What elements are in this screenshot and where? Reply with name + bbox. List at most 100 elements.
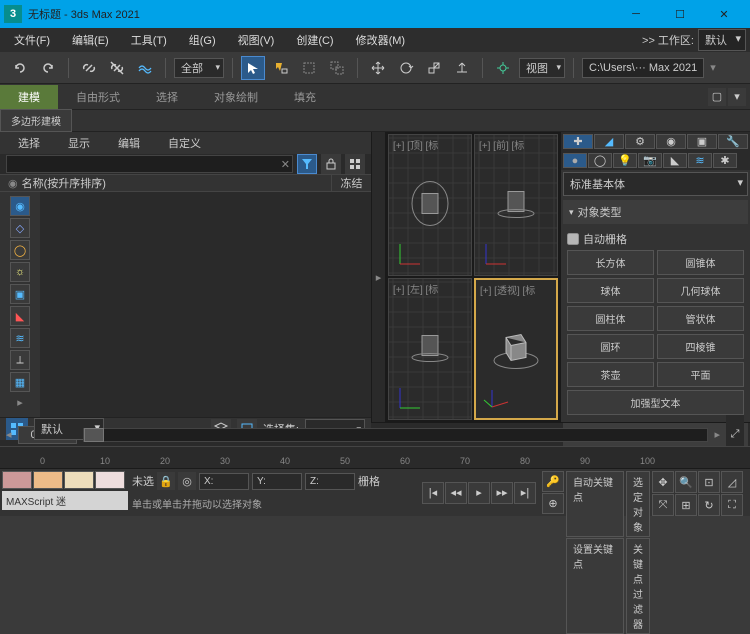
filter-spacewarps-icon[interactable]: ≋ xyxy=(10,328,30,348)
rotate-button[interactable] xyxy=(394,56,418,80)
sub-shapes[interactable]: ◯ xyxy=(588,153,612,168)
lock-selection-icon[interactable]: 🔒 xyxy=(157,472,175,490)
autokey-button[interactable]: 自动关键点 xyxy=(566,471,624,537)
ref-coord-button[interactable] xyxy=(491,56,515,80)
setkey-button[interactable]: 设置关键点 xyxy=(566,538,624,634)
ribbon-menu-icon[interactable]: ▾ xyxy=(728,88,746,106)
scene-col-name[interactable]: 名称(按升序排序) xyxy=(22,175,106,191)
ribbon-tab-modeling[interactable]: 建模 xyxy=(0,85,58,109)
maxscript-listener[interactable]: MAXScript 迷 xyxy=(2,491,128,510)
prim-teapot[interactable]: 茶壶 xyxy=(567,362,654,387)
prim-cone[interactable]: 圆锥体 xyxy=(657,250,744,275)
keyfilter-button[interactable]: 关键点过滤器 xyxy=(626,538,650,634)
scene-col-freeze[interactable]: 冻结 xyxy=(331,175,371,191)
isolate-icon[interactable]: ◎ xyxy=(178,472,196,490)
filter-cameras-icon[interactable]: ▣ xyxy=(10,284,30,304)
menu-modifiers[interactable]: 修改器(M) xyxy=(346,29,416,51)
menu-views[interactable]: 视图(V) xyxy=(228,29,285,51)
next-frame-button[interactable]: ▸▸ xyxy=(491,482,513,504)
ribbon-tab-freeform[interactable]: 自由形式 xyxy=(58,85,138,109)
tab-motion[interactable]: ◉ xyxy=(656,134,686,149)
select-by-name-button[interactable] xyxy=(269,56,293,80)
menu-tools[interactable]: 工具(T) xyxy=(121,29,177,51)
sub-spacewarps[interactable]: ≋ xyxy=(688,153,712,168)
view-options-button[interactable] xyxy=(345,154,365,174)
tab-hierarchy[interactable]: ⚙ xyxy=(625,134,655,149)
scene-tab-custom[interactable]: 自定义 xyxy=(156,132,213,154)
rect-select-button[interactable] xyxy=(297,56,321,80)
prim-plane[interactable]: 平面 xyxy=(657,362,744,387)
prim-box[interactable]: 长方体 xyxy=(567,250,654,275)
next-key-icon[interactable]: ▸ xyxy=(714,428,720,441)
orbit-button[interactable]: ↻ xyxy=(698,494,720,516)
redo-button[interactable] xyxy=(36,56,60,80)
sub-systems[interactable]: ✱ xyxy=(713,153,737,168)
time-config-button[interactable]: ⊕ xyxy=(542,493,564,514)
color-swatch-2[interactable] xyxy=(33,471,63,489)
play-button[interactable]: ▸ xyxy=(468,482,490,504)
selection-filter-dropdown[interactable]: 全部 xyxy=(174,58,224,78)
filter-geometry-icon[interactable]: ◇ xyxy=(10,218,30,238)
prim-tube[interactable]: 管状体 xyxy=(657,306,744,331)
coord-x[interactable]: X: xyxy=(199,473,249,490)
category-dropdown[interactable]: 标准基本体 xyxy=(563,172,748,196)
scene-tab-select[interactable]: 选择 xyxy=(6,132,52,154)
lock-button[interactable] xyxy=(321,154,341,174)
viewport-left[interactable]: [+] [左] [标 xyxy=(388,278,472,420)
filter-bone-icon[interactable]: ⟂ xyxy=(10,350,30,370)
ribbon-tab-selection[interactable]: 选择 xyxy=(138,85,196,109)
scene-tab-edit[interactable]: 编辑 xyxy=(106,132,152,154)
close-button[interactable]: ✕ xyxy=(702,0,746,28)
selected-key-dropdown[interactable]: 选定对象 xyxy=(626,471,650,537)
tab-display[interactable]: ▣ xyxy=(687,134,717,149)
scale-button[interactable] xyxy=(422,56,446,80)
color-swatch-3[interactable] xyxy=(64,471,94,489)
expand-arrow-icon[interactable]: ▸ xyxy=(17,396,23,409)
sub-helpers[interactable]: ◣ xyxy=(663,153,687,168)
rollout-header-type[interactable]: 对象类型 xyxy=(563,200,748,224)
filter-lights-icon[interactable]: ☼ xyxy=(10,262,30,282)
time-handle[interactable] xyxy=(84,428,104,442)
coord-z[interactable]: Z: xyxy=(305,473,355,490)
clear-search-icon[interactable]: ✕ xyxy=(281,158,290,171)
goto-end-button[interactable]: ▸| xyxy=(514,482,536,504)
prev-key-icon[interactable]: ◂ xyxy=(6,428,12,441)
eye-icon[interactable]: ◉ xyxy=(8,177,18,190)
sub-cameras[interactable]: 📷 xyxy=(638,153,662,168)
color-swatch-4[interactable] xyxy=(95,471,125,489)
filter-groups-icon[interactable]: ▦ xyxy=(10,372,30,392)
filter-selection-button[interactable] xyxy=(297,154,317,174)
window-crossing-button[interactable] xyxy=(325,56,349,80)
placement-button[interactable] xyxy=(450,56,474,80)
tab-utilities[interactable]: 🔧 xyxy=(718,134,748,149)
sub-geometry[interactable]: ● xyxy=(563,153,587,168)
tab-create[interactable]: ✚ xyxy=(563,134,593,149)
minimize-button[interactable]: ─ xyxy=(614,0,658,28)
ribbon-expand-icon[interactable]: ▢ xyxy=(708,88,726,106)
menu-edit[interactable]: 编辑(E) xyxy=(62,29,119,51)
fov-button[interactable]: ◿ xyxy=(721,471,743,493)
time-ruler[interactable]: 0 10 20 30 40 50 60 70 80 90 100 xyxy=(0,446,750,468)
color-swatch-1[interactable] xyxy=(2,471,32,489)
autogrid-checkbox[interactable]: 自动栅格 xyxy=(567,228,744,250)
unlink-button[interactable] xyxy=(105,56,129,80)
prim-cylinder[interactable]: 圆柱体 xyxy=(567,306,654,331)
sub-lights[interactable]: 💡 xyxy=(613,153,637,168)
prim-pyramid[interactable]: 四棱锥 xyxy=(657,334,744,359)
prim-geosphere[interactable]: 几何球体 xyxy=(657,278,744,303)
goto-start-button[interactable]: |◂ xyxy=(422,482,444,504)
filter-shapes-icon[interactable]: ◯ xyxy=(10,240,30,260)
zoom-extents-button[interactable]: ⤧ xyxy=(652,494,674,516)
pan-button[interactable]: ✥ xyxy=(652,471,674,493)
ribbon-tab-paint[interactable]: 对象绘制 xyxy=(196,85,276,109)
project-path[interactable]: C:\Users\··· Max 2021 xyxy=(582,58,704,78)
prim-torus[interactable]: 圆环 xyxy=(567,334,654,359)
undo-button[interactable] xyxy=(8,56,32,80)
coord-y[interactable]: Y: xyxy=(252,473,302,490)
prim-sphere[interactable]: 球体 xyxy=(567,278,654,303)
bind-spacewarp-button[interactable] xyxy=(133,56,157,80)
menu-group[interactable]: 组(G) xyxy=(179,29,226,51)
zoom-button[interactable]: 🔍 xyxy=(675,471,697,493)
maximize-button[interactable]: ☐ xyxy=(658,0,702,28)
filter-helpers-icon[interactable]: ◣ xyxy=(10,306,30,326)
